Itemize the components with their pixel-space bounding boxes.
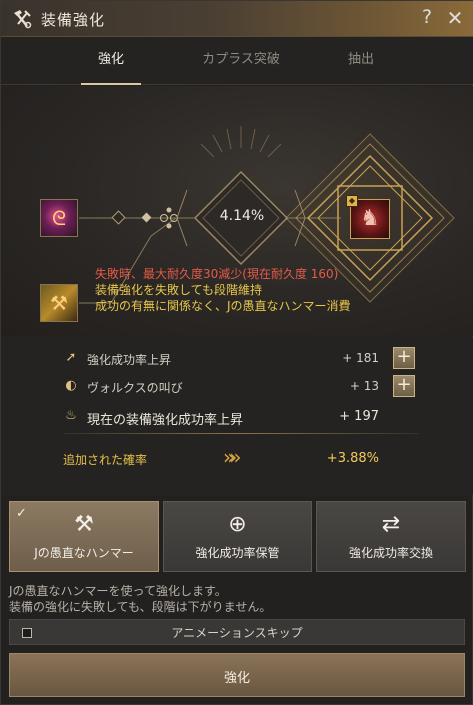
stat-value: + 13: [349, 379, 379, 393]
stat-label: 強化成功率上昇: [87, 353, 172, 367]
hammer-icon: [14, 10, 32, 29]
item-grade-badge: ◆: [346, 195, 358, 207]
enhance-stage: ᘓ ⚒ 4.14% ♞ ◆ 失敗時、最大耐久度30減少(現在耐久度 160) 装…: [1, 86, 473, 336]
enhance-button-label: 強化: [223, 671, 250, 686]
success-rate: 4.14%: [219, 208, 265, 224]
stat-row-success-up: ➚ 強化成功率上昇 + 181 +: [63, 347, 419, 369]
help-button[interactable]: ?: [418, 6, 436, 30]
up-arrow-icon: ➚: [65, 350, 77, 365]
chevrons-icon: »»: [223, 445, 242, 469]
stats-panel: ➚ 強化成功率上昇 + 181 + ◐ ヴォルクスの叫び + 13 + ♨ 現在…: [1, 337, 473, 495]
add-volks-button[interactable]: +: [393, 375, 415, 397]
enhance-button[interactable]: 強化: [9, 653, 465, 697]
tab-extract[interactable]: 抽出: [331, 37, 391, 85]
stat-value: + 181: [342, 351, 379, 365]
swap-icon: ⇄: [381, 512, 401, 537]
skip-animation-label: アニメーションスキップ: [171, 626, 303, 640]
stat-row-current: ♨ 現在の装備強化成功率上昇 + 197: [63, 405, 419, 428]
close-button[interactable]: ✕: [445, 6, 465, 30]
tab-caphras[interactable]: カプラス突破: [191, 37, 291, 85]
description-line: 装備の強化に失敗しても、段階は下がりません。: [9, 600, 272, 614]
stat-row-volks: ◐ ヴォルクスの叫び + 13 +: [63, 375, 419, 397]
description-text: Jの愚直なハンマーを使って強化します。 装備の強化に失敗しても、段階は下がりませ…: [9, 583, 271, 615]
warning-durability: 失敗時、最大耐久度30減少(現在耐久度 160): [95, 267, 339, 281]
stat-label: ヴォルクスの叫び: [87, 381, 183, 395]
tab-enhance[interactable]: 強化: [81, 37, 141, 85]
warning-level-keep: 装備強化を失敗しても段階維持: [95, 283, 263, 297]
hammer-item-icon: ⚒: [50, 291, 68, 315]
tab-bar: 強化 カプラス突破 抽出: [1, 37, 473, 85]
description-line: Jの愚直なハンマーを使って強化します。: [9, 584, 227, 598]
hammer-item-slot[interactable]: ⚒: [40, 284, 78, 322]
action-label: 強化成功率交換: [348, 546, 433, 560]
download-icon: ⊕: [228, 512, 247, 537]
window-title: 装備強化: [41, 11, 106, 29]
added-rate-value: +3.88%: [326, 451, 379, 466]
crystal-item-icon: ᘓ: [51, 206, 67, 230]
flame-icon: ♨: [65, 408, 77, 423]
title-bar: 装備強化 ? ✕: [1, 1, 473, 37]
skip-animation-toggle[interactable]: アニメーションスキップ: [9, 619, 465, 645]
add-success-rate-button[interactable]: +: [393, 347, 415, 369]
action-label: Jの愚直なハンマー: [34, 546, 134, 560]
hammer-icon: ⚒: [74, 512, 94, 537]
store-rate-button[interactable]: ⊕ 強化成功率保管: [163, 501, 312, 572]
target-item-slot[interactable]: ♞ ◆: [346, 195, 390, 239]
enhance-window: 装備強化 ? ✕ 強化 カプラス突破 抽出 ᘓ ⚒ 4.14% ♞ ◆ 失敗時、…: [0, 0, 473, 705]
warning-hammer-consume: 成功の有無に関係なく、Jの愚直なハンマー消費: [95, 299, 351, 313]
warning-messages: 失敗時、最大耐久度30減少(現在耐久度 160) 装備強化を失敗しても段階維持 …: [95, 266, 465, 314]
exchange-rate-button[interactable]: ⇄ 強化成功率交換: [316, 501, 466, 572]
crystal-item-slot[interactable]: ᘓ: [40, 199, 78, 237]
stats-divider: [63, 433, 419, 434]
stat-label: 現在の装備強化成功率上昇: [87, 413, 244, 428]
stat-value: + 197: [339, 409, 379, 424]
added-rate-label: 追加された確率: [63, 453, 148, 467]
vorks-icon: ◐: [65, 378, 77, 393]
hammer-option-button[interactable]: ✓ ⚒ Jの愚直なハンマー: [9, 501, 159, 572]
action-label: 強化成功率保管: [195, 546, 280, 560]
